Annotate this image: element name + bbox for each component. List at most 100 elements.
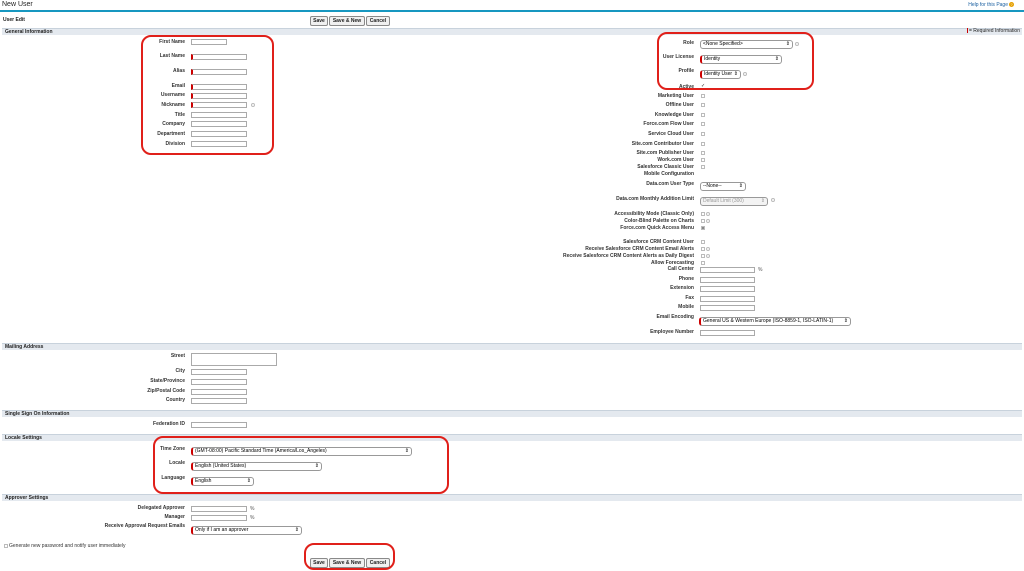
flow-user-label: Force.com Flow User <box>643 121 694 127</box>
knowledge-user-checkbox[interactable] <box>701 113 705 117</box>
extension-input[interactable] <box>700 286 755 292</box>
email-encoding-label: Email Encoding <box>656 314 694 320</box>
accessibility-checkbox[interactable] <box>701 212 705 216</box>
save-button-bottom[interactable]: Save <box>310 558 328 568</box>
crm-digest-info-icon[interactable] <box>706 254 710 258</box>
locale-value: English (United States) <box>195 463 247 469</box>
employee-number-input[interactable] <box>700 330 755 336</box>
crm-digest-checkbox[interactable] <box>701 254 705 258</box>
country-input[interactable] <box>191 398 247 404</box>
save-button-top[interactable]: Save <box>310 16 328 26</box>
username-input[interactable] <box>191 93 247 99</box>
role-select[interactable]: <None Specified> ⇕ <box>700 40 793 49</box>
alias-input[interactable] <box>191 69 247 75</box>
city-input[interactable] <box>191 369 247 375</box>
allow-forecasting-checkbox[interactable] <box>701 261 705 265</box>
title-input[interactable] <box>191 112 247 118</box>
company-input[interactable] <box>191 121 247 127</box>
quick-access-checkbox[interactable] <box>701 226 705 230</box>
knowledge-user-label: Knowledge User <box>654 112 694 118</box>
flow-user-checkbox[interactable] <box>701 122 705 126</box>
datacom-limit-info-icon[interactable] <box>771 198 775 202</box>
datacom-limit-value: Default Limit (300) <box>703 198 744 204</box>
save-new-button-top[interactable]: Save & New <box>329 16 365 26</box>
receive-emails-select[interactable]: Only if I am an approver ⇕ <box>191 526 302 535</box>
nickname-info-icon[interactable] <box>251 103 255 107</box>
email-encoding-select[interactable]: General US & Western Europe (ISO-8859-1,… <box>699 317 851 326</box>
lookup-icon[interactable]: % <box>758 267 762 273</box>
call-center-label: Call Center <box>667 266 694 272</box>
chevron-updown-icon: ⇕ <box>774 56 779 62</box>
profile-info-icon[interactable] <box>743 72 747 76</box>
role-select-value: <None Specified> <box>703 41 743 47</box>
active-checkmark-icon[interactable]: ✓ <box>701 83 705 89</box>
crm-content-user-checkbox[interactable] <box>701 240 705 244</box>
mobile-input[interactable] <box>700 305 755 311</box>
lookup-icon[interactable]: % <box>250 506 254 512</box>
marketing-user-checkbox[interactable] <box>701 94 705 98</box>
datacom-user-type-select[interactable]: --None-- ⇕ <box>700 182 746 191</box>
service-cloud-user-checkbox[interactable] <box>701 132 705 136</box>
crm-alerts-info-icon[interactable] <box>706 247 710 251</box>
department-input[interactable] <box>191 131 247 137</box>
work-user-label: Work.com User <box>657 157 694 163</box>
email-encoding-value: General US & Western Europe (ISO-8859-1,… <box>703 318 834 324</box>
call-center-input[interactable] <box>700 267 755 273</box>
email-input[interactable] <box>191 84 247 90</box>
locale-select[interactable]: English (United States) ⇕ <box>191 462 322 471</box>
generate-password-checkbox[interactable] <box>4 543 8 548</box>
division-input[interactable] <box>191 141 247 147</box>
last-name-input[interactable] <box>191 54 247 60</box>
color-blind-checkbox[interactable] <box>701 219 705 223</box>
fax-input[interactable] <box>700 296 755 302</box>
zip-input[interactable] <box>191 389 247 395</box>
street-label: Street <box>170 353 185 359</box>
cancel-button-top[interactable]: Cancel <box>366 16 390 26</box>
color-blind-info-icon[interactable] <box>706 219 710 223</box>
division-label: Division <box>165 141 185 147</box>
site-contributor-checkbox[interactable] <box>701 142 705 146</box>
phone-label: Phone <box>678 276 694 282</box>
profile-label: Profile <box>678 68 694 74</box>
chevron-updown-icon: ⇕ <box>733 71 738 77</box>
datacom-user-type-label: Data.com User Type <box>646 181 694 187</box>
country-label: Country <box>165 397 185 403</box>
mobile-config-label: Mobile Configuration <box>644 171 694 177</box>
first-name-input[interactable] <box>191 39 227 45</box>
language-select[interactable]: English ⇕ <box>191 477 254 486</box>
alias-label: Alias <box>173 68 185 74</box>
role-info-icon[interactable] <box>795 42 799 46</box>
site-contributor-label: Site.com Contributor User <box>631 141 694 147</box>
department-label: Department <box>157 131 185 137</box>
profile-select[interactable]: Identity User ⇕ <box>700 70 741 79</box>
crm-alerts-label: Receive Salesforce CRM Content Email Ale… <box>585 246 694 252</box>
delegated-approver-input[interactable] <box>191 506 247 512</box>
generate-password-row[interactable]: Generate new password and notify user im… <box>4 543 125 549</box>
phone-input[interactable] <box>700 277 755 283</box>
extension-label: Extension <box>670 285 694 291</box>
site-publisher-checkbox[interactable] <box>701 151 705 155</box>
help-link[interactable]: Help for this Page? <box>968 2 1014 8</box>
help-icon[interactable]: ? <box>1009 2 1014 8</box>
user-license-select[interactable]: Identity ⇕ <box>700 55 782 64</box>
crm-alerts-checkbox[interactable] <box>701 247 705 251</box>
nickname-input[interactable] <box>191 102 247 108</box>
manager-input[interactable] <box>191 515 247 521</box>
state-input[interactable] <box>191 379 247 385</box>
federation-id-input[interactable] <box>191 422 247 428</box>
datacom-limit-select[interactable]: Default Limit (300) ⇕ <box>700 197 768 206</box>
accessibility-info-icon[interactable] <box>706 212 710 216</box>
quick-access-label: Force.com Quick Access Menu <box>620 225 694 231</box>
work-user-checkbox[interactable] <box>701 158 705 162</box>
offline-user-checkbox[interactable] <box>701 103 705 107</box>
help-link-label[interactable]: Help for this Page <box>968 2 1008 8</box>
state-label: State/Province <box>150 378 185 384</box>
sf-classic-user-checkbox[interactable] <box>701 165 705 169</box>
section-sso: Single Sign On Information <box>2 410 1022 417</box>
lookup-icon[interactable]: % <box>250 515 254 521</box>
cancel-button-bottom[interactable]: Cancel <box>366 558 390 568</box>
save-new-button-bottom[interactable]: Save & New <box>329 558 365 568</box>
street-textarea[interactable] <box>191 353 277 366</box>
city-label: City <box>175 368 185 374</box>
time-zone-select[interactable]: (GMT-08:00) Pacific Standard Time (Ameri… <box>191 447 412 456</box>
